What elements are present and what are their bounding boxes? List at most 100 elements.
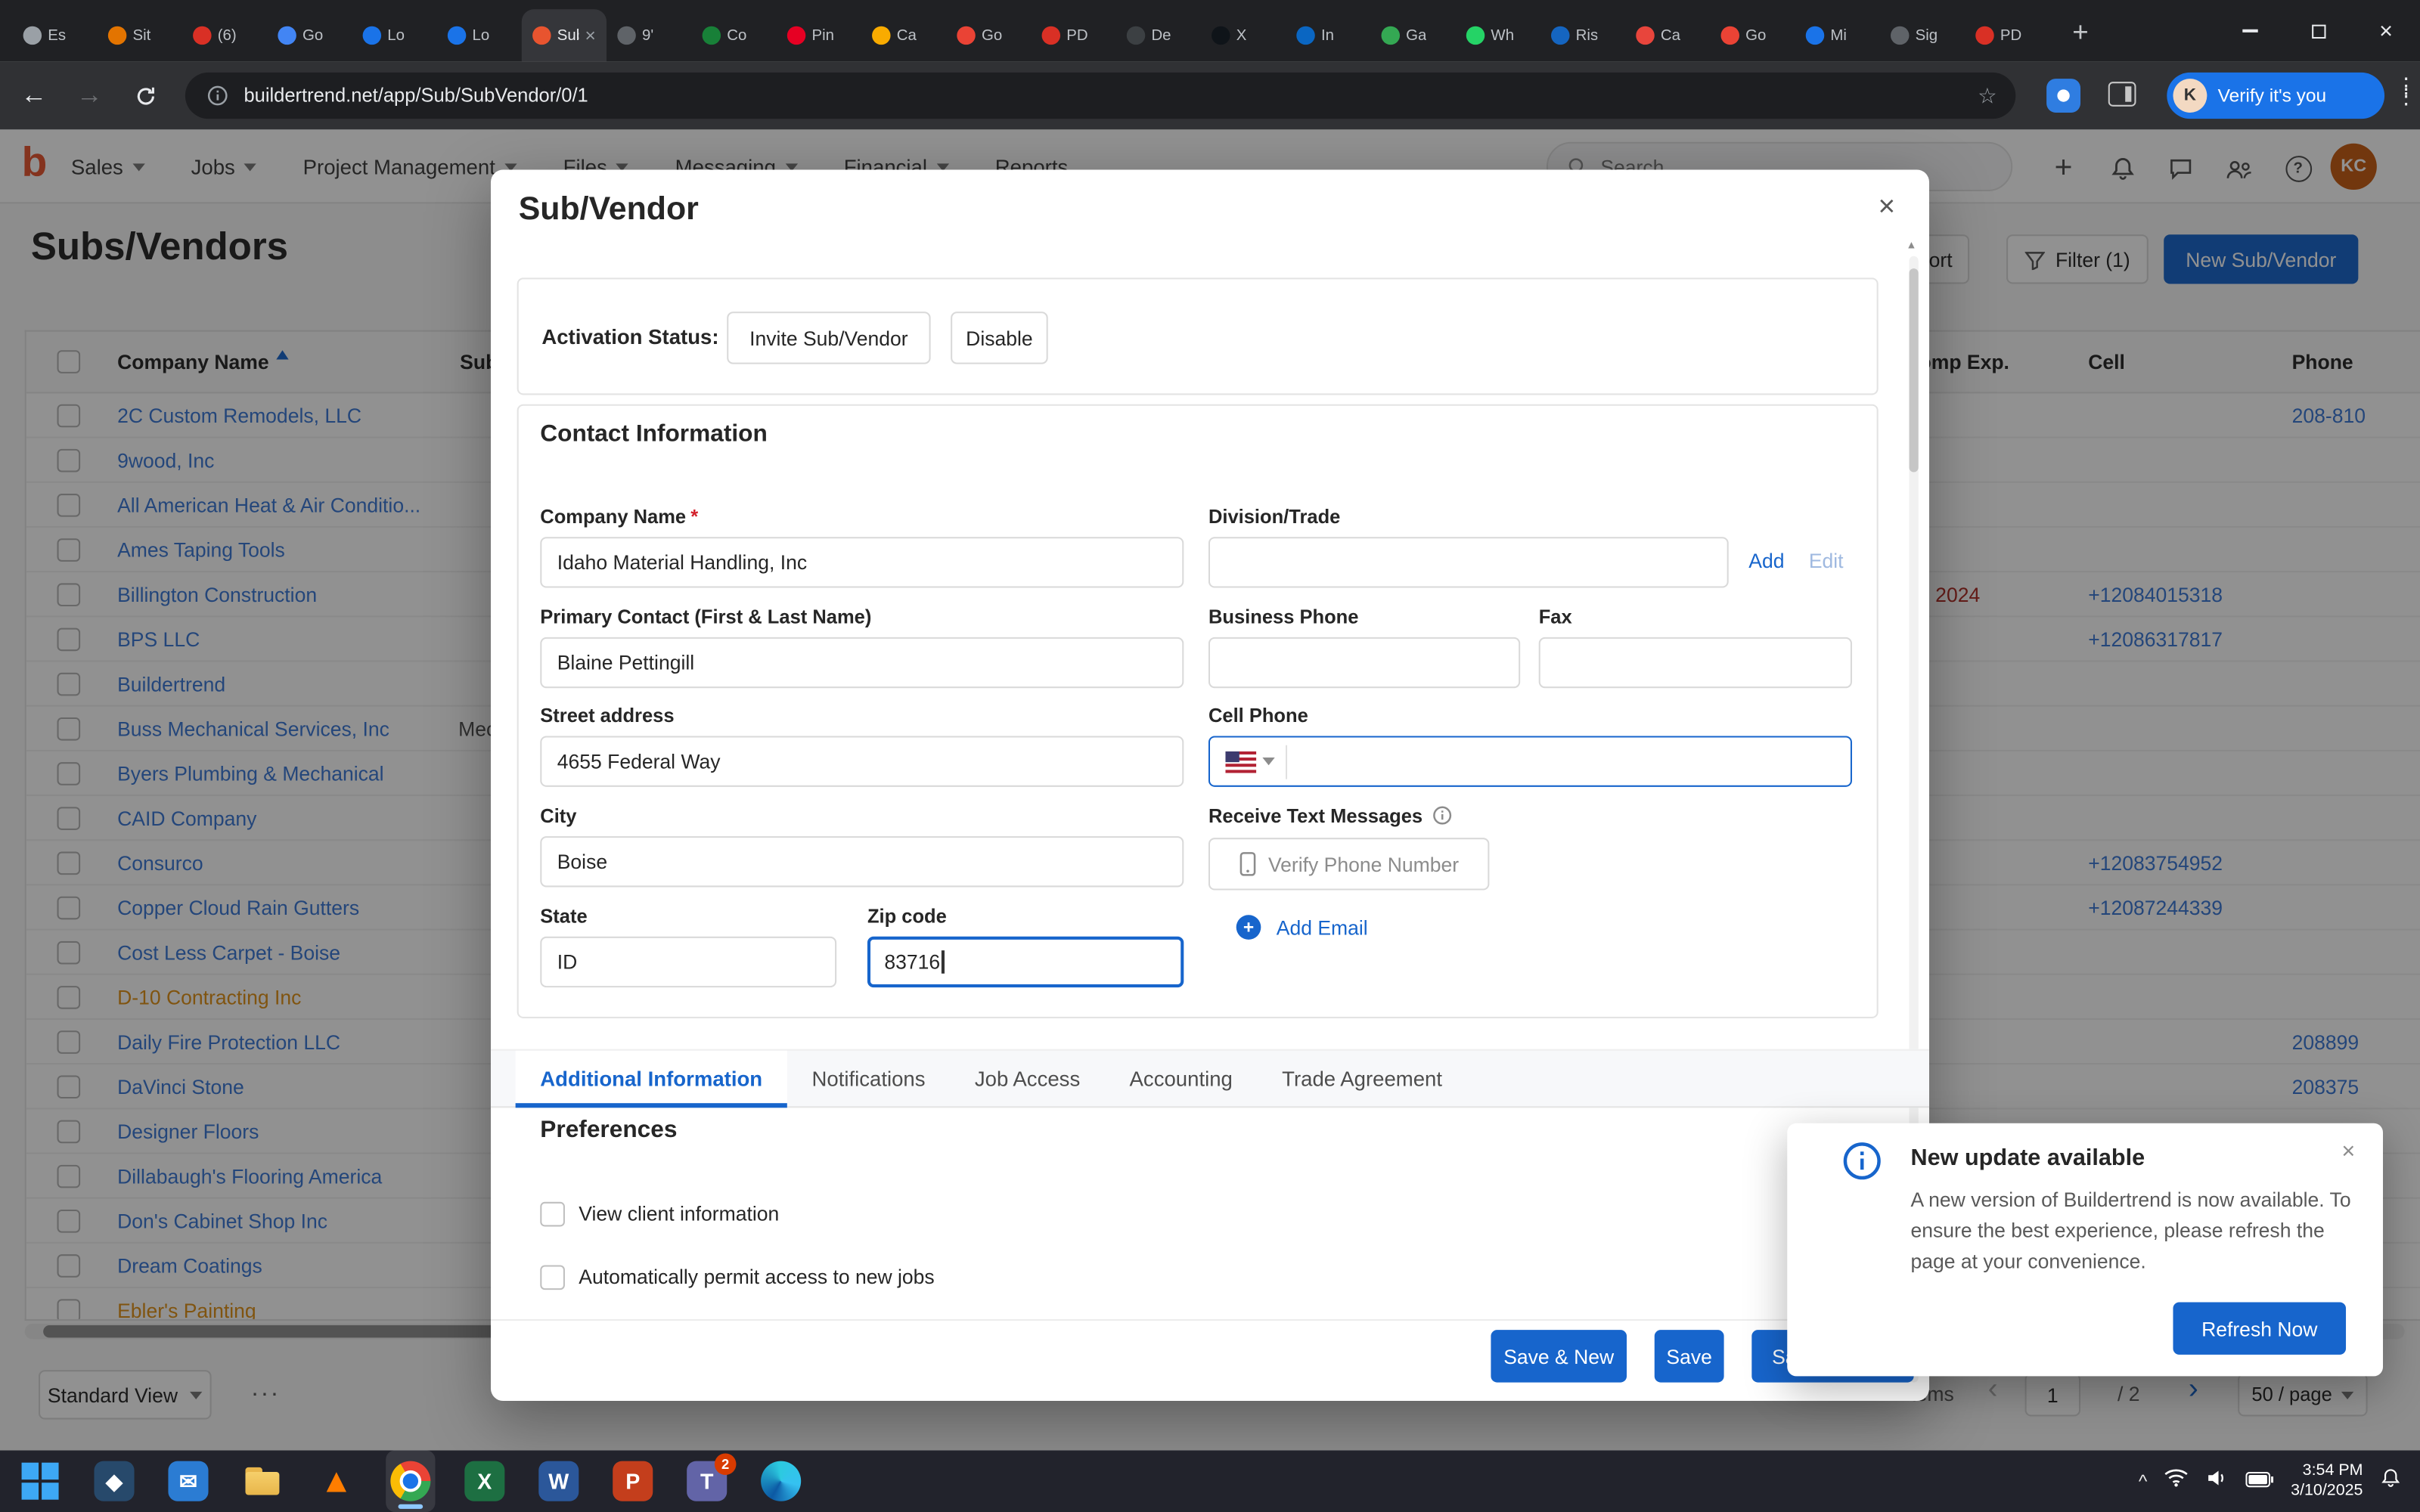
company-name-field[interactable] [540, 537, 1184, 587]
tab-close-icon[interactable]: × [585, 26, 595, 45]
street-address-field[interactable] [540, 736, 1184, 786]
browser-tab[interactable]: X [1201, 9, 1286, 61]
browser-tab[interactable]: Ca [1625, 9, 1710, 61]
taskbar: ◆ ✉ ▲ XWP T2 ^ 3:54 PM 3/10/2025 [0, 1450, 2420, 1512]
modal-close-icon[interactable]: × [1878, 191, 1895, 225]
invite-sub-vendor-button[interactable]: Invite Sub/Vendor [727, 311, 930, 364]
browser-tab[interactable]: Pin [777, 9, 861, 61]
browser-tab[interactable]: Go [267, 9, 352, 61]
browser-menu-icon[interactable]: ⋮⋮ [2395, 80, 2410, 102]
info-icon[interactable] [1432, 805, 1452, 830]
checkbox[interactable] [540, 1201, 565, 1226]
browser-tab[interactable]: Co [691, 9, 776, 61]
browser-tab[interactable]: Ga [1370, 9, 1455, 61]
forward-icon[interactable]: → [68, 74, 111, 117]
tab-favicon-icon [278, 26, 296, 45]
verify-phone-button[interactable]: Verify Phone Number [1208, 838, 1489, 890]
add-email-link[interactable]: + Add Email [1236, 915, 1368, 940]
bookmark-star-icon[interactable]: ☆ [1978, 82, 1997, 109]
powerpoint-icon[interactable]: P [608, 1450, 657, 1512]
cell-phone-label: Cell Phone [1208, 705, 1308, 727]
save-and-new-button[interactable]: Save & New [1491, 1330, 1627, 1382]
scroll-up-icon[interactable]: ▲ [1906, 240, 1916, 251]
city-field[interactable] [540, 836, 1184, 887]
word-icon[interactable]: W [534, 1450, 583, 1512]
disable-button[interactable]: Disable [951, 311, 1048, 364]
browser-tab[interactable]: PD [1965, 9, 2049, 61]
browser-tab[interactable]: Go [946, 9, 1031, 61]
window-maximize-button[interactable] [2284, 0, 2352, 62]
zip-code-field[interactable]: 83716 [867, 937, 1184, 987]
browser-tab[interactable]: 9' [607, 9, 691, 61]
tab-favicon-icon [1636, 26, 1654, 45]
address-bar[interactable]: buildertrend.net/app/Sub/SubVendor/0/1 ☆ [185, 73, 2015, 119]
browser-tab[interactable]: Lo [437, 9, 522, 61]
modal-tab-accounting[interactable]: Accounting [1105, 1051, 1258, 1106]
toast-close-icon[interactable]: × [2341, 1139, 2355, 1165]
preference-row[interactable]: Automatically permit access to new jobs [540, 1263, 934, 1290]
profile-verify-chip[interactable]: K Verify it's you [2167, 73, 2384, 119]
browser-tab[interactable]: (6) [182, 9, 267, 61]
wifi-icon[interactable] [2164, 1467, 2189, 1495]
file-explorer-icon[interactable] [237, 1450, 287, 1512]
division-trade-field[interactable] [1208, 537, 1729, 587]
widgets-icon[interactable]: ◆ [89, 1450, 138, 1512]
browser-tab[interactable]: Es [12, 9, 97, 61]
browser-tab[interactable]: In [1286, 9, 1370, 61]
fax-field[interactable] [1539, 637, 1852, 688]
new-tab-button[interactable]: + [2059, 11, 2102, 54]
toast-title: New update available [1911, 1145, 2145, 1171]
modal-footer-divider [491, 1319, 1929, 1321]
side-panel-icon[interactable] [2108, 82, 2136, 107]
back-icon[interactable]: ← [12, 74, 55, 117]
modal-tab-notifications[interactable]: Notifications [787, 1051, 950, 1106]
modal-scrollbar-thumb[interactable] [1909, 268, 1918, 472]
taskbar-clock[interactable]: 3:54 PM 3/10/2025 [2291, 1461, 2363, 1501]
browser-tab[interactable]: Ca [861, 9, 946, 61]
tray-chevron-icon[interactable]: ^ [2139, 1470, 2148, 1492]
battery-icon[interactable] [2246, 1467, 2274, 1495]
city-label: City [540, 805, 576, 827]
window-minimize-button[interactable] [2217, 0, 2285, 62]
modal-tab-job-access[interactable]: Job Access [950, 1051, 1105, 1106]
refresh-now-button[interactable]: Refresh Now [2173, 1302, 2346, 1354]
browser-tab[interactable]: Go [1710, 9, 1795, 61]
preference-row[interactable]: View client information [540, 1201, 934, 1227]
window-close-button[interactable]: × [2352, 0, 2420, 62]
mail-icon[interactable]: ✉ [163, 1450, 213, 1512]
browser-tab[interactable]: Sit [98, 9, 182, 61]
division-add-link[interactable]: Add [1748, 550, 1784, 573]
primary-contact-field[interactable] [540, 637, 1184, 688]
notification-bell-icon[interactable] [2380, 1467, 2402, 1496]
state-field[interactable] [540, 937, 836, 987]
tab-title: Mi [1830, 27, 1847, 44]
tab-title: Wh [1491, 27, 1514, 44]
chrome-icon[interactable] [386, 1450, 435, 1512]
edge-icon[interactable] [756, 1450, 805, 1512]
browser-tab[interactable]: Wh [1455, 9, 1540, 61]
refresh-icon[interactable] [123, 74, 166, 117]
modal-tab-additional-information[interactable]: Additional Information [516, 1051, 787, 1106]
browser-tab[interactable]: PD [1031, 9, 1115, 61]
browser-tab[interactable]: Mi [1795, 9, 1879, 61]
volume-icon[interactable] [2206, 1467, 2229, 1495]
division-edit-link[interactable]: Edit [1809, 550, 1844, 573]
start-icon[interactable] [15, 1450, 64, 1512]
excel-icon[interactable]: X [460, 1450, 509, 1512]
vlc-icon[interactable]: ▲ [312, 1450, 361, 1512]
browser-tab[interactable]: De [1116, 9, 1201, 61]
browser-tab[interactable]: Sub × [522, 9, 607, 61]
teams-icon[interactable]: T2 [682, 1450, 731, 1512]
plus-circle-icon: + [1236, 915, 1261, 940]
browser-tab[interactable]: Ris [1540, 9, 1625, 61]
modal-tab-trade-agreement[interactable]: Trade Agreement [1258, 1051, 1467, 1106]
country-select[interactable] [1210, 745, 1287, 779]
checkbox[interactable] [540, 1264, 565, 1289]
business-phone-field[interactable] [1208, 637, 1520, 688]
browser-tab[interactable]: Lo [352, 9, 436, 61]
site-info-icon[interactable] [206, 85, 228, 107]
extension-icon[interactable] [2046, 79, 2080, 113]
cell-phone-field[interactable] [1208, 736, 1852, 786]
browser-tab[interactable]: Sig [1880, 9, 1965, 61]
save-button[interactable]: Save [1655, 1330, 1724, 1382]
